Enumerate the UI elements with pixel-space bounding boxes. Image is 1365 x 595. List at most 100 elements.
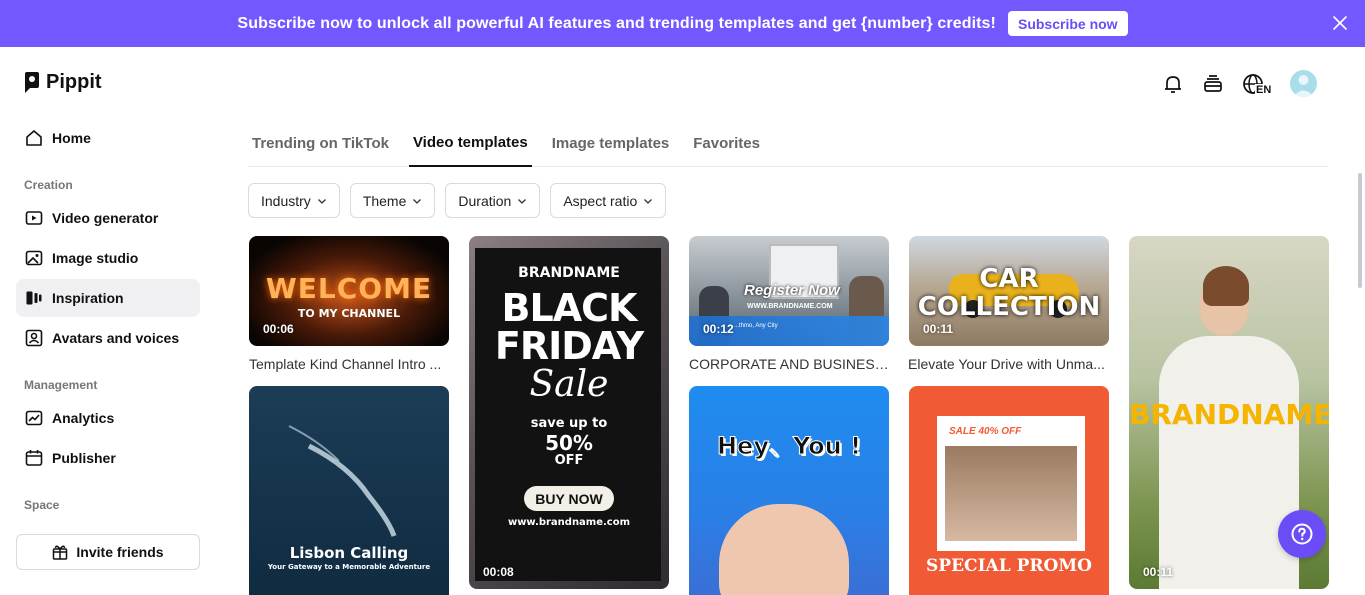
filter-label: Duration: [458, 192, 512, 209]
section-label-space: Space: [24, 498, 60, 512]
sidebar-item-label: Analytics: [52, 410, 115, 426]
card-subtitle: TO MY CHANNEL: [297, 307, 401, 320]
filter-industry[interactable]: Industry: [248, 183, 340, 218]
card-off: OFF: [554, 453, 584, 468]
section-label-management: Management: [24, 378, 98, 392]
globe-language-icon[interactable]: EN: [1242, 73, 1273, 96]
video-generator-icon: [24, 208, 44, 228]
sidebar-item-image-studio[interactable]: Image studio: [16, 239, 200, 277]
card-subtitle: WWW.BRANDNAME.COM: [747, 303, 833, 310]
language-code: EN: [1255, 83, 1273, 96]
tab-favorites[interactable]: Favorites: [689, 120, 764, 167]
subscribe-now-button[interactable]: Subscribe now: [1007, 11, 1128, 36]
subscribe-banner: Subscribe now to unlock all powerful AI …: [0, 0, 1365, 47]
scrollbar[interactable]: [1358, 173, 1362, 288]
pippit-logo-icon: [25, 71, 39, 93]
sidebar-item-label: Publisher: [52, 450, 116, 466]
duration-label: 00:08: [483, 565, 514, 579]
duration-label: 00:11: [1143, 565, 1174, 579]
chevron-down-icon: [518, 198, 527, 204]
sidebar-item-video-generator[interactable]: Video generator: [16, 199, 200, 237]
app-name: Pippit: [46, 71, 102, 93]
filter-aspect-ratio[interactable]: Aspect ratio: [550, 183, 667, 218]
card-title: Lisbon Calling: [289, 544, 409, 562]
sidebar-item-label: Avatars and voices: [52, 330, 180, 346]
tab-image-templates[interactable]: Image templates: [548, 120, 674, 167]
filter-label: Theme: [362, 192, 407, 209]
image-studio-icon: [24, 248, 44, 268]
template-card-lisbon[interactable]: Lisbon Calling Your Gateway to a Memorab…: [249, 386, 449, 595]
card-title-line1: CAR: [979, 264, 1039, 294]
gift-icon: [52, 544, 68, 560]
filter-bar: Industry Theme Duration Aspect ratio: [248, 183, 667, 218]
calendar-icon: [24, 448, 44, 468]
card-brand: BRANDNAME: [1129, 398, 1329, 431]
card-url: www.brandname.com: [507, 517, 631, 528]
template-card-special-promo[interactable]: SALE 40% OFF SPECIAL PROMO: [909, 386, 1109, 595]
template-card-car-collection[interactable]: CAR COLLECTION 00:11: [909, 236, 1109, 346]
card-title-line2: FRIDAY: [494, 324, 644, 368]
photo-shape: [945, 446, 1077, 541]
duration-label: 00:12: [703, 322, 734, 336]
filter-duration[interactable]: Duration: [445, 183, 541, 218]
inspiration-icon: [24, 288, 44, 308]
avatar-voice-icon: [24, 328, 44, 348]
template-card-hey-you[interactable]: Hey、You !: [689, 386, 889, 595]
chevron-down-icon: [317, 198, 326, 204]
card-brand: BRANDNAME: [518, 265, 620, 281]
sidebar-item-inspiration[interactable]: Inspiration: [16, 279, 200, 317]
card-save-text: save up to: [530, 416, 608, 431]
filter-theme[interactable]: Theme: [349, 183, 436, 218]
close-icon[interactable]: [1331, 14, 1349, 32]
bell-icon[interactable]: [1162, 73, 1184, 95]
card-title: Register Now: [744, 282, 840, 299]
help-button[interactable]: [1278, 510, 1326, 558]
template-caption: Template Kind Channel Intro ...: [249, 356, 442, 372]
dress-shape: [1159, 336, 1299, 589]
sidebar: Pippit Home Creation Video generator Ima…: [0, 47, 216, 595]
app-logo[interactable]: Pippit: [24, 71, 102, 94]
sidebar-item-avatars-and-voices[interactable]: Avatars and voices: [16, 319, 200, 357]
hair-shape: [1203, 266, 1249, 306]
sidebar-item-label: Home: [52, 130, 91, 146]
sidebar-item-publisher[interactable]: Publisher: [16, 439, 200, 477]
card-sale: Sale: [529, 364, 609, 405]
template-caption: CORPORATE AND BUSINESS ...: [689, 356, 889, 372]
card-title-line2: COLLECTION: [917, 292, 1101, 322]
tab-video-templates[interactable]: Video templates: [408, 120, 532, 167]
tab-trending-on-tiktok[interactable]: Trending on TikTok: [248, 120, 393, 167]
header-actions: EN: [1162, 70, 1317, 97]
sidebar-item-label: Inspiration: [52, 290, 124, 306]
card-title: Hey、You !: [716, 432, 862, 461]
card-address: ...thmo, Any City: [734, 323, 778, 329]
sidebar-item-label: Image studio: [52, 250, 139, 266]
layers-icon[interactable]: [1202, 73, 1224, 95]
section-label-creation: Creation: [24, 178, 73, 192]
question-icon: [1291, 523, 1313, 545]
banner-text: Subscribe now to unlock all powerful AI …: [237, 14, 996, 32]
card-title: SPECIAL PROMO: [926, 556, 1092, 576]
invite-friends-label: Invite friends: [76, 544, 164, 560]
template-card-black-friday[interactable]: BRANDNAME BLACK FRIDAY Sale save up to 5…: [469, 236, 669, 589]
card-badge: SALE 40% OFF: [949, 426, 1022, 437]
analytics-icon: [24, 408, 44, 428]
filter-label: Aspect ratio: [563, 192, 638, 209]
template-card-welcome[interactable]: WELCOME TO MY CHANNEL 00:06: [249, 236, 449, 346]
card-percent: 50%: [545, 431, 593, 455]
card-title: WELCOME: [265, 272, 433, 305]
sidebar-item-analytics[interactable]: Analytics: [16, 399, 200, 437]
card-subtitle: Your Gateway to a Memorable Adventure: [267, 563, 431, 571]
invite-friends-button[interactable]: Invite friends: [16, 534, 200, 570]
avatar[interactable]: [1290, 70, 1317, 97]
duration-label: 00:06: [263, 322, 294, 336]
card-buy-now: BUY NOW: [524, 486, 614, 511]
template-caption: Elevate Your Drive with Unma...: [908, 356, 1105, 372]
chevron-down-icon: [413, 198, 422, 204]
home-icon: [24, 128, 44, 148]
duration-label: 00:11: [923, 322, 954, 336]
template-card-corporate[interactable]: Register Now WWW.BRANDNAME.COM ...thmo, …: [689, 236, 889, 346]
chevron-down-icon: [644, 198, 653, 204]
hand-shape: [719, 504, 849, 595]
sidebar-item-home[interactable]: Home: [16, 119, 200, 157]
template-tabs: Trending on TikTok Video templates Image…: [248, 120, 1328, 167]
